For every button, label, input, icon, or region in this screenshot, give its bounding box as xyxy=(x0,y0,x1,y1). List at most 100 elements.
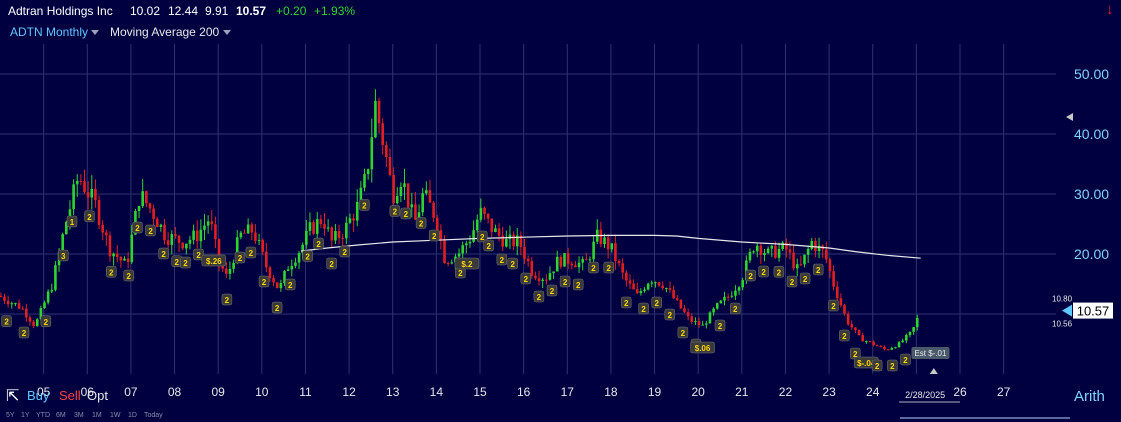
candle-body xyxy=(214,224,217,240)
candle-body xyxy=(439,230,443,240)
candle-body xyxy=(17,303,21,309)
candle-body xyxy=(494,228,497,232)
candle-body xyxy=(897,342,901,348)
candle-body xyxy=(83,181,86,193)
candle-body xyxy=(621,263,624,273)
event-marker: 2 xyxy=(359,199,370,211)
range-today[interactable]: Today xyxy=(144,412,163,419)
event-label: $.26 xyxy=(206,257,222,266)
candle-body xyxy=(774,245,777,258)
candle-body xyxy=(650,282,654,284)
candle-body xyxy=(759,245,763,256)
sell-button[interactable]: Sell xyxy=(59,388,81,403)
event-marker: 2 xyxy=(533,290,545,303)
candle-body xyxy=(323,224,326,229)
candle-body xyxy=(32,321,35,327)
event-marker: 2 xyxy=(603,261,614,274)
candle-body xyxy=(581,259,584,263)
event-label: 2 xyxy=(655,299,660,308)
opt-button[interactable]: Opt xyxy=(87,388,108,403)
candle-body xyxy=(21,308,24,310)
range-3m[interactable]: 3M xyxy=(74,412,84,419)
candle-body xyxy=(879,346,883,348)
event-label: 2 xyxy=(831,302,836,311)
event-label: 2 xyxy=(537,293,542,302)
price-chart[interactable]: 2223122 22 222 22$.26222222222222 2222$.2222… xyxy=(0,0,1121,422)
event-marker: 2 xyxy=(871,359,883,372)
candle-body xyxy=(188,239,192,244)
event-marker: 2 xyxy=(339,245,350,258)
range-1w[interactable]: 1W xyxy=(110,412,121,419)
candle-body xyxy=(72,184,75,210)
buy-button[interactable]: Buy xyxy=(27,388,49,403)
candle-body xyxy=(148,203,152,209)
candle-body xyxy=(352,218,355,221)
candle-body xyxy=(279,283,283,289)
candle-body xyxy=(541,279,544,281)
candle-body xyxy=(395,195,399,204)
range-1m[interactable]: 1M xyxy=(92,412,102,419)
candle-body xyxy=(588,259,592,261)
range-ytd[interactable]: YTD xyxy=(36,412,50,419)
range-1y[interactable]: 1Y xyxy=(21,412,30,419)
candle-body xyxy=(137,206,141,211)
event-label: 2 xyxy=(511,260,516,269)
candle-body xyxy=(486,213,490,219)
range-6m[interactable]: 6M xyxy=(56,412,66,419)
event-marker: $.06 xyxy=(690,341,715,354)
event-marker: 2 xyxy=(132,221,143,234)
event-marker: 2 xyxy=(507,257,518,270)
event-marker: 2 xyxy=(180,256,191,269)
candle-body xyxy=(646,283,650,290)
candle-body xyxy=(225,268,228,274)
x-tick-label: 17 xyxy=(561,385,575,399)
candle-body xyxy=(497,228,501,236)
candle-body xyxy=(90,188,94,198)
candle-body xyxy=(479,207,483,220)
event-label: 2 xyxy=(576,281,581,290)
y-tick-label: 40.00 xyxy=(1074,126,1109,142)
candle-body xyxy=(483,207,486,214)
fullscreen-icon[interactable]: ⇱ xyxy=(6,386,19,406)
event-label: 2 xyxy=(718,322,723,331)
candle-body xyxy=(10,303,14,305)
event-marker: 3 xyxy=(58,249,69,262)
event-label: 3 xyxy=(61,252,66,261)
candle-body xyxy=(661,285,664,289)
candle-body xyxy=(548,273,552,280)
event-label: 2 xyxy=(404,210,409,219)
chart-grid xyxy=(0,44,1056,374)
candle-body xyxy=(163,224,166,241)
candle-body xyxy=(668,288,672,290)
candle-body xyxy=(345,222,348,239)
candle-body xyxy=(657,282,661,286)
candle-body xyxy=(6,300,10,305)
candle-body xyxy=(505,238,508,247)
event-marker: 2 xyxy=(40,315,52,327)
event-label: 2 xyxy=(329,260,334,269)
event-label: 2 xyxy=(419,220,424,229)
candle-body xyxy=(523,246,526,259)
scale-mode-button[interactable]: Arith xyxy=(1074,388,1105,405)
candle-body xyxy=(755,245,759,252)
candle-body xyxy=(326,227,330,229)
candle-body xyxy=(552,271,555,274)
candle-body xyxy=(712,308,715,313)
candle-body xyxy=(94,188,97,200)
event-label: 2 xyxy=(500,256,505,265)
candle-body xyxy=(203,225,206,230)
candle-body xyxy=(832,271,835,287)
event-marker: 2 xyxy=(221,293,233,306)
chart-axes: 50.0040.0030.0020.0005 06 07 08 09 10 11 12 13 14… xyxy=(37,66,1109,419)
range-1d[interactable]: 1D xyxy=(128,412,137,419)
candle-body xyxy=(334,231,337,241)
event-label: 2 xyxy=(343,248,348,257)
candle-body xyxy=(286,269,290,271)
candle-body xyxy=(250,224,254,233)
candle-body xyxy=(806,248,810,255)
candle-body xyxy=(275,282,279,289)
candle-body xyxy=(715,303,719,309)
range-5y[interactable]: 5Y xyxy=(6,412,15,419)
x-tick-label: 07 xyxy=(124,385,138,399)
candle-body xyxy=(872,341,875,346)
